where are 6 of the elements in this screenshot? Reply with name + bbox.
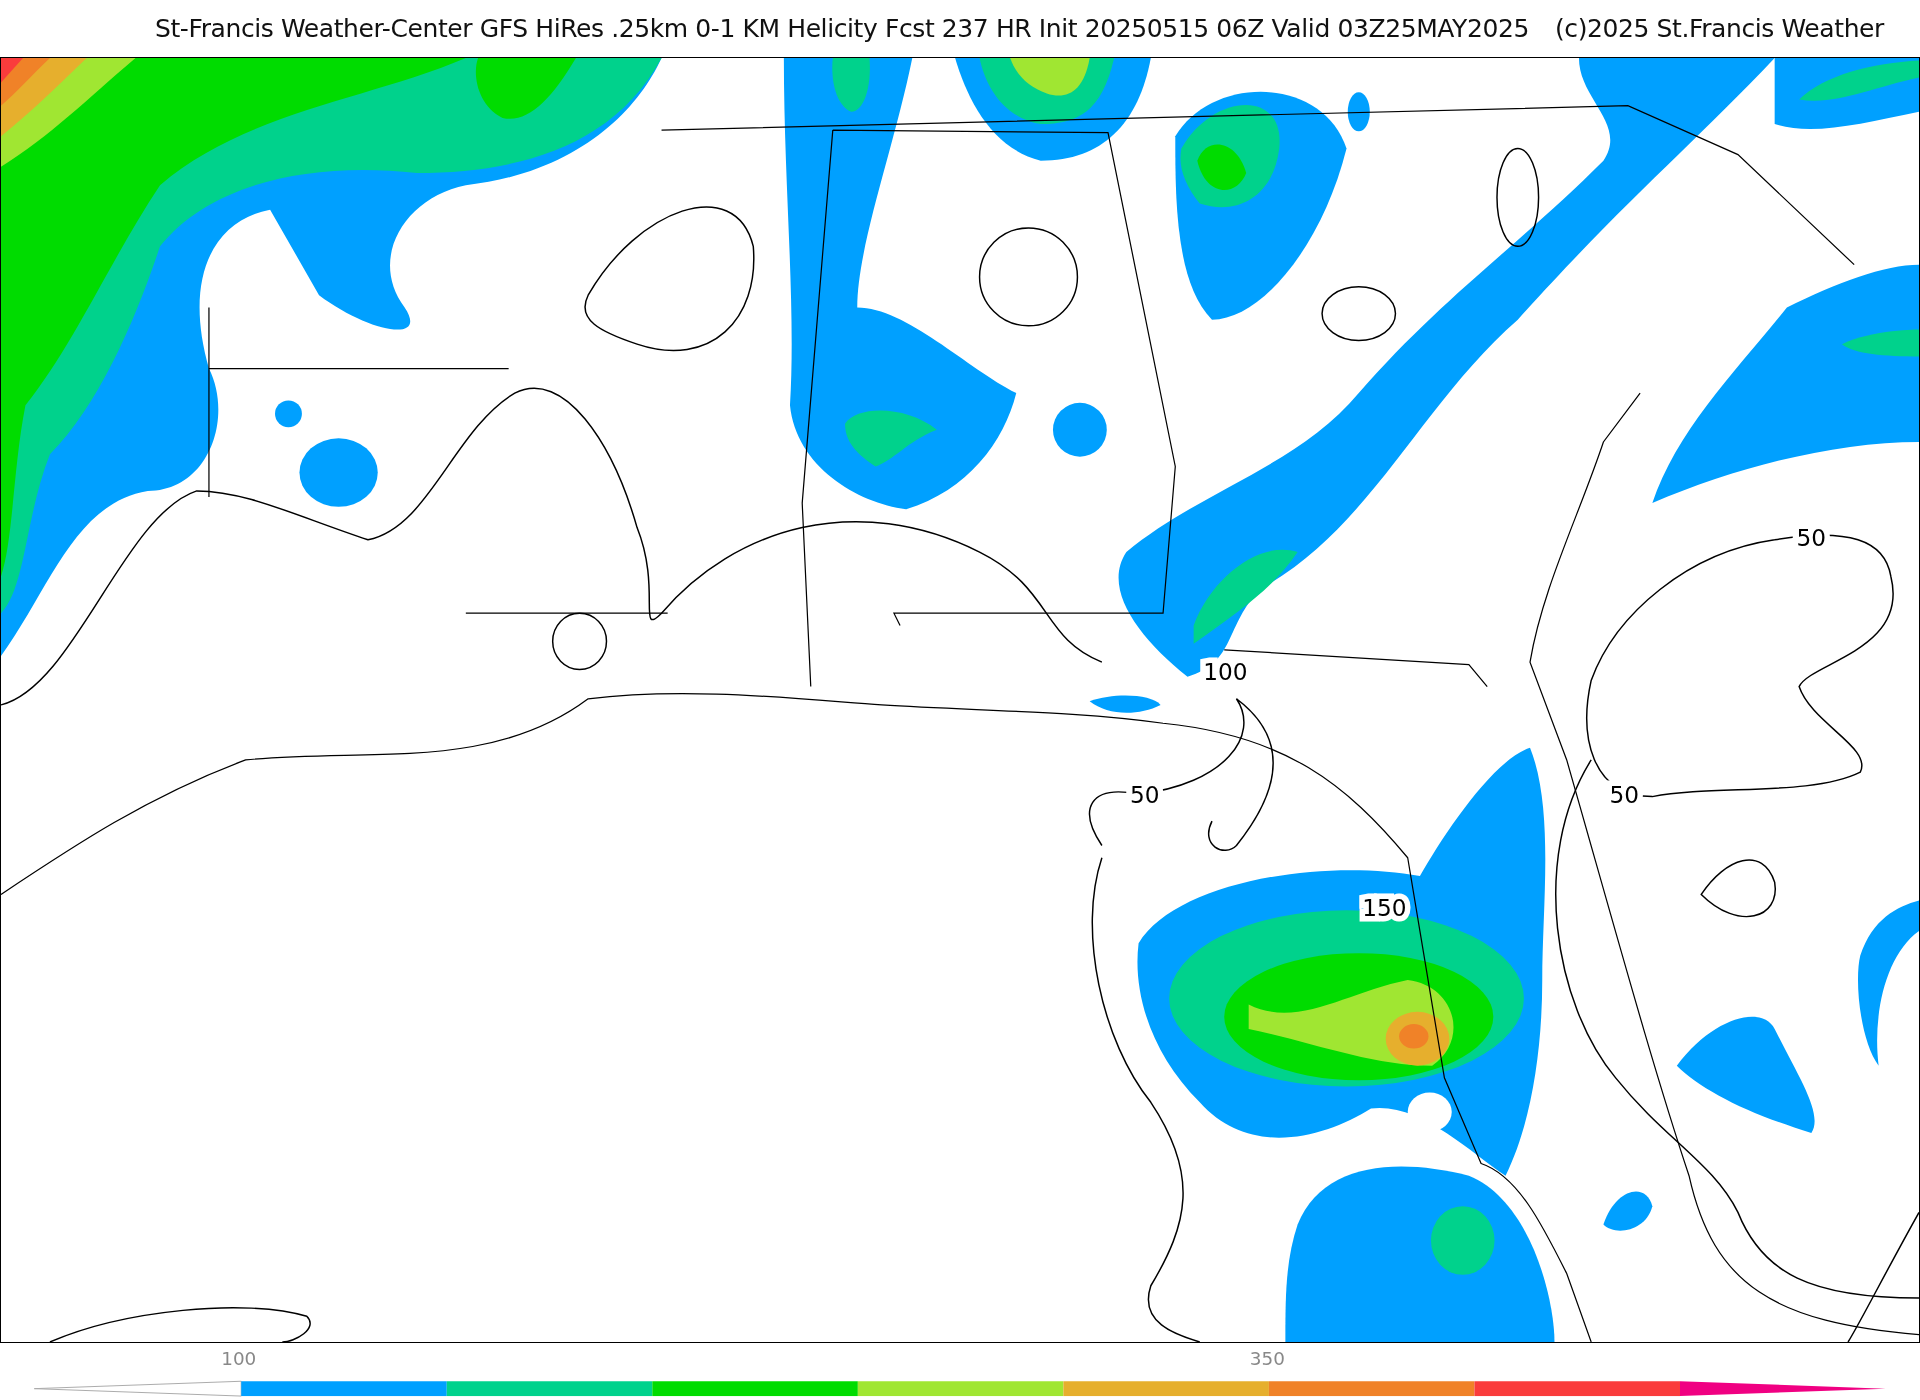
contour-label: 100: [1203, 658, 1248, 686]
colorbar-label: 100: [221, 1348, 257, 1370]
copyright-text: (c)2025 St.Francis Weather: [1555, 14, 1884, 43]
colorbar-label: 350: [1249, 1348, 1285, 1370]
contour-label: 150: [1362, 894, 1407, 922]
map-title: St-Francis Weather-Center GFS HiRes .25km 0-1 KM Helicity Fcst 237 HR Init 20250515 06Z Valid 03Z25MAY2025: [155, 14, 1529, 43]
